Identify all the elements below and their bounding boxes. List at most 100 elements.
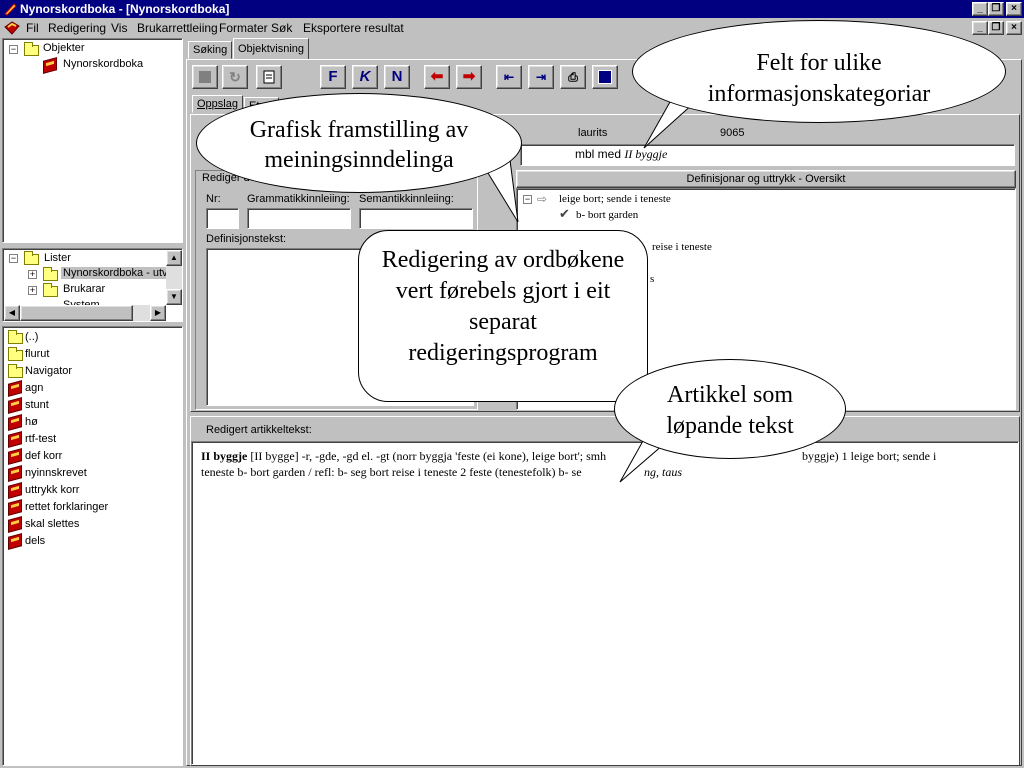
print-button[interactable]: ⎙ xyxy=(560,65,586,89)
folder-icon xyxy=(8,364,23,378)
nr-label: Nr: xyxy=(206,193,221,205)
child-restore-button[interactable]: ❐ xyxy=(988,21,1004,35)
tree-root-objekter[interactable]: Objekter xyxy=(43,42,85,54)
vertical-scrollbar[interactable]: ▲ ▼ xyxy=(166,250,182,305)
header-right-number: 9065 xyxy=(720,127,745,139)
list-item-dels[interactable]: dels xyxy=(7,533,177,550)
scroll-down-button[interactable]: ▼ xyxy=(166,289,182,305)
list-item-navigator[interactable]: Navigator xyxy=(7,363,177,380)
menu-fil[interactable]: Fil xyxy=(26,21,39,35)
list-item-rettet-forklaringer[interactable]: rettet forklaringer xyxy=(7,499,177,516)
document-icon xyxy=(263,70,275,84)
folder-open-icon xyxy=(43,267,58,281)
list-item-nyinnskrevet[interactable]: nyinnskrevet xyxy=(7,465,177,482)
scroll-up-button[interactable]: ▲ xyxy=(166,250,182,266)
menu-sok[interactable]: Søk xyxy=(271,21,292,35)
settings-button[interactable] xyxy=(592,65,618,89)
article-text-area[interactable]: II byggje [II bygge] -r, -gde, -gd el. -… xyxy=(191,441,1019,765)
list-item-ho[interactable]: hø xyxy=(7,414,177,431)
list-item-stunt[interactable]: stunt xyxy=(7,397,177,414)
menu-redigering[interactable]: Redigering xyxy=(48,21,106,35)
menu-eksportere[interactable]: Eksportere resultat xyxy=(303,21,404,35)
outdent-icon: ⇤ xyxy=(503,70,515,84)
book-icon xyxy=(8,516,22,533)
article-headword: II byggje xyxy=(201,449,248,463)
refresh-button[interactable]: ↻ xyxy=(222,65,248,89)
semantic-label: Semantikkinnleiing: xyxy=(359,193,454,205)
document-button[interactable] xyxy=(256,65,282,89)
lists-tree-panel: − Lister + Nynorskordboka - utv + Brukar… xyxy=(2,248,183,322)
menu-vis[interactable]: Vis xyxy=(111,21,127,35)
title-bar: Nynorskordboka - [Nynorskordboka] _ ❐ × xyxy=(0,0,1024,18)
next-button[interactable]: ➡ xyxy=(456,65,482,89)
book-icon xyxy=(8,482,22,499)
list-item-flurut[interactable]: flurut xyxy=(7,346,177,363)
lists-collapse-toggle[interactable]: − xyxy=(9,254,18,263)
objects-tree-panel: − Objekter Nynorskordboka xyxy=(2,38,183,243)
book-icon xyxy=(8,533,22,550)
headword-field-text: mbl med xyxy=(575,147,625,161)
previous-button[interactable]: ⬅ xyxy=(424,65,450,89)
menu-brukarrettleiing[interactable]: Brukarrettleiing xyxy=(137,21,218,35)
article-line-2: teneste b- bort garden / refl: b- seg bo… xyxy=(201,465,582,479)
list-item-parent[interactable]: (..) xyxy=(7,329,177,346)
book-icon xyxy=(8,448,22,465)
check-icon: ✔ xyxy=(559,206,570,221)
horizontal-scrollbar[interactable]: ◀ ▶ xyxy=(4,305,166,321)
indent-button[interactable]: ⇥ xyxy=(528,65,554,89)
tree-root-lister[interactable]: Lister xyxy=(44,252,71,264)
arrow-left-icon: ⬅ xyxy=(430,68,444,85)
overview-item-3[interactable]: reise i teneste xyxy=(652,241,712,253)
book-icon xyxy=(8,465,22,482)
expand-toggle[interactable]: + xyxy=(28,286,37,295)
article-line-1: II byggje [II bygge] -r, -gde, -gd el. -… xyxy=(201,448,606,464)
scroll-right-button[interactable]: ▶ xyxy=(150,305,166,321)
overview-item-4[interactable]: s xyxy=(650,273,654,285)
stop-button[interactable] xyxy=(192,65,218,89)
scroll-thumb[interactable] xyxy=(20,305,133,321)
list-item-skal-slettes[interactable]: skal slettes xyxy=(7,516,177,533)
tab-objektvisning[interactable]: Objektvisning xyxy=(233,38,310,60)
list-item-agn[interactable]: agn xyxy=(7,380,177,397)
stop-icon xyxy=(199,71,211,83)
refresh-icon: ↻ xyxy=(229,69,241,85)
list-item-def-korr[interactable]: def korr xyxy=(7,448,177,465)
doc-icon[interactable] xyxy=(4,21,20,35)
grammar-field[interactable] xyxy=(247,208,351,229)
menu-formater[interactable]: Formater xyxy=(219,21,268,35)
child-close-button[interactable]: × xyxy=(1006,21,1022,35)
tree-item-nynorskordboka[interactable]: Nynorskordboka xyxy=(63,58,143,70)
tree-collapse-toggle[interactable]: − xyxy=(9,45,18,54)
app-icon[interactable] xyxy=(3,2,17,16)
folder-icon xyxy=(8,347,23,361)
header-right-label: laurits xyxy=(578,127,608,139)
folder-icon xyxy=(43,283,58,297)
list-item-rtf-test[interactable]: rtf-test xyxy=(7,431,177,448)
nr-field[interactable] xyxy=(206,208,239,229)
indent-icon: ⇥ xyxy=(535,70,547,84)
outdent-button[interactable]: ⇤ xyxy=(496,65,522,89)
list-item-uttrykk-korr[interactable]: uttrykk korr xyxy=(7,482,177,499)
tree-item-brukarar[interactable]: Brukarar xyxy=(63,283,105,295)
headword-field[interactable]: mbl med II byggje xyxy=(520,144,1015,166)
child-minimize-button[interactable]: _ xyxy=(972,21,988,35)
restore-button[interactable]: ❐ xyxy=(988,2,1004,16)
bold-button[interactable]: F xyxy=(320,65,346,89)
book-icon xyxy=(8,397,22,414)
arrow-right-icon: ➡ xyxy=(462,68,476,85)
minimize-button[interactable]: _ xyxy=(972,2,988,16)
article-line-1-text: [II bygge] -r, -gde, -gd el. -gt (norr b… xyxy=(247,449,607,463)
close-button[interactable]: × xyxy=(1006,2,1022,16)
tree-item-nynorskordboka-utv[interactable]: Nynorskordboka - utv xyxy=(61,267,170,279)
tab-soking[interactable]: Søking xyxy=(188,41,233,59)
overview-item-2[interactable]: b- bort garden xyxy=(576,209,638,221)
callout-redigering: Redigering av ordbøkene vert førebels gj… xyxy=(358,230,648,402)
article-line-1-right: byggje) 1 leige bort; sende i xyxy=(802,449,937,463)
expand-toggle[interactable]: + xyxy=(28,270,37,279)
italic-button[interactable]: K xyxy=(352,65,378,89)
semantic-field[interactable] xyxy=(359,208,473,229)
book-icon xyxy=(8,380,22,397)
overview-item-1[interactable]: leige bort; sende i teneste xyxy=(559,193,671,205)
normal-button[interactable]: N xyxy=(384,65,410,89)
scroll-left-button[interactable]: ◀ xyxy=(4,305,20,321)
